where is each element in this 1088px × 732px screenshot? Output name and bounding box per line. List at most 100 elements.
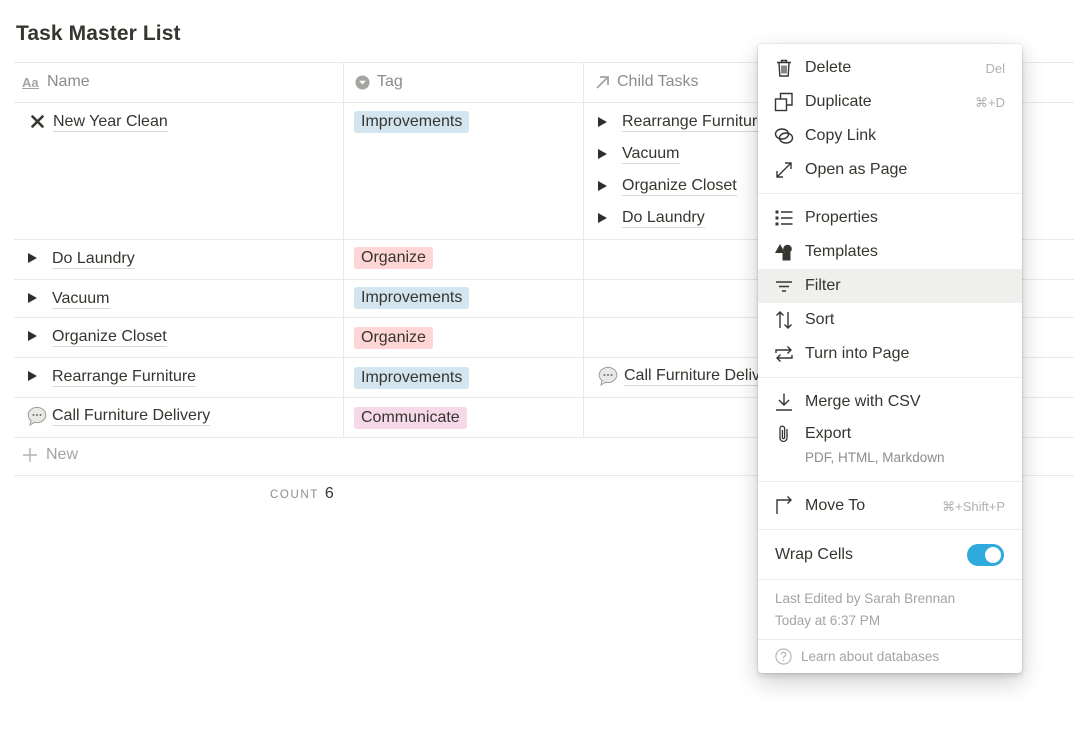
- triangle-right-icon[interactable]: [598, 117, 607, 127]
- tag-pill: Organize: [354, 247, 433, 269]
- table-row-tag[interactable]: Organize: [354, 247, 433, 269]
- new-row-button[interactable]: New: [23, 446, 78, 464]
- child-task-item[interactable]: Do Laundry: [598, 202, 766, 234]
- speech-bubble-icon: [598, 366, 618, 386]
- learn-databases-link[interactable]: Learn about databases: [775, 648, 939, 665]
- select-chevron-icon: [355, 75, 370, 89]
- menu-item-merge-csv[interactable]: Merge with CSV: [758, 385, 1022, 419]
- row-title[interactable]: Vacuum: [52, 289, 110, 309]
- tag-pill: Organize: [354, 327, 433, 349]
- row-title[interactable]: Do Laundry: [52, 249, 135, 269]
- menu-item-label: Delete: [805, 59, 852, 76]
- turn-into-icon: [775, 346, 793, 362]
- table-row-name[interactable]: New Year Clean: [30, 112, 168, 132]
- menu-item-copy-link[interactable]: Copy Link: [758, 119, 1022, 153]
- menu-item-label: Turn into Page: [805, 345, 910, 362]
- column-header-label: Tag: [377, 73, 403, 90]
- last-edited-time: Today at 6:37 PM: [775, 613, 881, 628]
- menu-item-shortcut: Del: [985, 61, 1005, 76]
- child-task-item[interactable]: Rearrange Furniture: [598, 106, 767, 138]
- row-title[interactable]: Call Furniture Delivery: [52, 406, 211, 426]
- toggle-knob: [985, 547, 1001, 563]
- filter-lines-icon: [776, 281, 792, 292]
- tag-pill: Communicate: [354, 407, 467, 429]
- trash-icon: [777, 59, 791, 77]
- menu-item-open-as-page[interactable]: Open as Page: [758, 153, 1022, 187]
- menu-item-filter[interactable]: Filter: [758, 269, 1022, 303]
- triangle-right-icon[interactable]: [598, 149, 607, 159]
- column-header-name[interactable]: Aa Name: [22, 62, 90, 102]
- column-header-child-tasks[interactable]: Child Tasks: [595, 62, 699, 102]
- table-row-tag[interactable]: Improvements: [354, 367, 470, 389]
- wrap-cells-toggle[interactable]: [967, 544, 1004, 566]
- child-task-link[interactable]: Do Laundry: [622, 208, 705, 228]
- menu-item-properties[interactable]: Properties: [758, 201, 1022, 235]
- table-row-tag[interactable]: Organize: [354, 327, 433, 349]
- link-icon: [774, 128, 794, 144]
- table-row-tag[interactable]: Communicate: [354, 407, 467, 429]
- menu-item-export[interactable]: Export PDF, HTML, Markdown: [758, 417, 1022, 469]
- menu-item-shortcut: ⌘+Shift+P: [942, 499, 1005, 514]
- menu-item-templates[interactable]: Templates: [758, 235, 1022, 269]
- menu-item-move-to[interactable]: Move To ⌘+Shift+P: [758, 489, 1022, 523]
- table-row-tag[interactable]: Improvements: [354, 287, 470, 309]
- menu-item-label: Sort: [805, 311, 835, 328]
- table-row-tag[interactable]: Improvements: [354, 111, 470, 133]
- grid-line: [343, 62, 344, 437]
- tag-pill: Improvements: [354, 111, 470, 133]
- triangle-right-icon[interactable]: [598, 213, 607, 223]
- duplicate-icon: [774, 92, 793, 112]
- svg-text:Aa: Aa: [22, 75, 39, 89]
- paperclip-icon: [779, 425, 788, 443]
- column-header-label: Child Tasks: [617, 73, 699, 90]
- child-task-link[interactable]: Rearrange Furniture: [622, 112, 767, 132]
- child-task-item[interactable]: Call Furniture Delivery: [598, 366, 783, 386]
- menu-item-duplicate[interactable]: Duplicate ⌘+D: [758, 85, 1022, 119]
- menu-item-label: Open as Page: [805, 161, 908, 178]
- expand-arrows-icon: [776, 162, 792, 178]
- menu-separator: [758, 377, 1022, 378]
- row-title[interactable]: New Year Clean: [53, 112, 168, 132]
- wrap-cells-row[interactable]: Wrap Cells: [758, 537, 1022, 571]
- menu-item-label: Move To: [805, 497, 866, 514]
- count-value: 6: [324, 485, 334, 502]
- table-row-name[interactable]: Organize Closet: [28, 327, 167, 347]
- download-icon: [776, 393, 792, 411]
- last-edited-info: Last Edited by Sarah Brennan Today at 6:…: [775, 588, 955, 632]
- menu-separator: [758, 529, 1022, 530]
- count-calculation[interactable]: COUNT 6: [270, 485, 334, 503]
- table-row-name[interactable]: Rearrange Furniture: [28, 367, 197, 387]
- move-arrow-icon: [776, 496, 792, 514]
- child-task-link[interactable]: Vacuum: [622, 144, 680, 164]
- row-title[interactable]: Organize Closet: [52, 327, 167, 347]
- triangle-right-icon[interactable]: [28, 371, 37, 381]
- menu-item-delete[interactable]: Delete Del: [758, 51, 1022, 85]
- sort-arrows-icon: [776, 311, 792, 329]
- menu-separator: [758, 579, 1022, 580]
- menu-item-label: Templates: [805, 243, 878, 260]
- table-row-name[interactable]: Call Furniture Delivery: [27, 406, 211, 426]
- tag-pill: Improvements: [354, 287, 470, 309]
- row-title[interactable]: Rearrange Furniture: [52, 367, 197, 387]
- triangle-right-icon[interactable]: [28, 293, 37, 303]
- menu-item-label: Filter: [805, 277, 841, 294]
- page-title: Task Master List: [16, 22, 181, 45]
- table-row-name[interactable]: Do Laundry: [28, 249, 135, 269]
- menu-item-shortcut: ⌘+D: [975, 95, 1005, 110]
- speech-bubble-icon: [27, 406, 47, 426]
- learn-databases-label: Learn about databases: [801, 649, 940, 664]
- child-task-item[interactable]: Organize Closet: [598, 170, 766, 202]
- child-task-link[interactable]: Organize Closet: [622, 176, 737, 196]
- child-task-item[interactable]: Vacuum: [598, 138, 766, 170]
- column-header-tag[interactable]: Tag: [355, 62, 403, 102]
- menu-item-sort[interactable]: Sort: [758, 303, 1022, 337]
- database-context-menu: Delete Del Duplicate ⌘+D Copy Link Open …: [758, 44, 1022, 673]
- table-row-name[interactable]: Vacuum: [28, 289, 110, 309]
- triangle-right-icon[interactable]: [28, 253, 37, 263]
- triangle-right-icon[interactable]: [28, 331, 37, 341]
- triangle-right-icon[interactable]: [598, 181, 607, 191]
- menu-item-subtitle: PDF, HTML, Markdown: [805, 450, 945, 465]
- properties-list-icon: [775, 210, 793, 226]
- menu-item-label: Duplicate: [805, 93, 872, 110]
- menu-item-turn-into-page[interactable]: Turn into Page: [758, 337, 1022, 371]
